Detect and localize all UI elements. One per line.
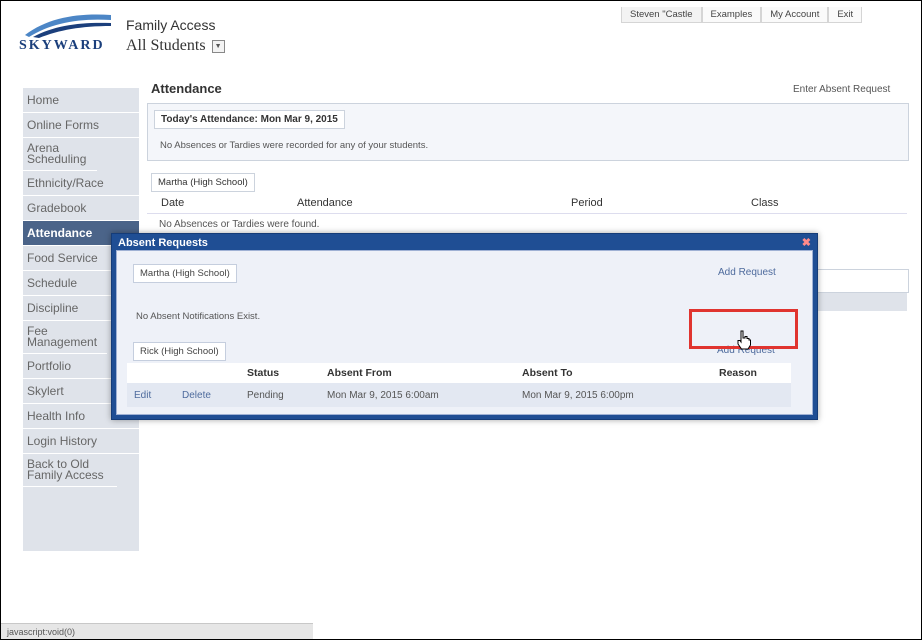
edit-link[interactable]: Edit [134,390,151,401]
column-header: Absent From [327,367,392,379]
column-header: Absent To [522,367,573,379]
background-panel [813,269,909,293]
sidebar-item-gradebook[interactable]: Gradebook [23,196,139,221]
table-row: Edit Delete Pending Mon Mar 9, 2015 6:00… [127,383,791,407]
chevron-down-icon[interactable]: ▼ [211,39,225,53]
enter-absent-request-link[interactable]: Enter Absent Request [793,84,890,95]
logo-text: SKYWARD [19,38,105,53]
sidebar-item-login-history[interactable]: Login History [23,429,139,454]
absent-to-cell: Mon Mar 9, 2015 6:00pm [522,390,634,401]
status-cell: Pending [247,390,284,401]
column-header[interactable]: Period [571,197,603,209]
add-request-link[interactable]: Add Request [718,267,776,278]
todays-attendance-panel: Today's Attendance: Mon Mar 9, 2015 No A… [147,103,909,161]
sidebar-item-fee-management[interactable]: Fee Management [23,321,107,354]
sidebar-item-online-forms[interactable]: Online Forms [23,113,139,138]
page-title: Attendance [151,81,222,96]
examples-link[interactable]: Examples [701,7,762,23]
hand-cursor-icon [737,330,751,350]
logo-swoosh-icon [25,14,111,38]
column-header[interactable]: Attendance [297,197,353,209]
page-frame: SKYWARD Family Access All Students ▼ Ste… [0,0,922,640]
status-bar: javascript:void(0) [1,623,313,639]
skyward-logo[interactable]: SKYWARD [19,11,114,53]
column-header[interactable]: Date [161,197,184,209]
todays-attendance-label: Today's Attendance: Mon Mar 9, 2015 [154,110,345,129]
sidebar-item-back-to-old[interactable]: Back to Old Family Access [23,454,117,487]
background-band [813,293,907,311]
delete-link[interactable]: Delete [182,390,211,401]
my-account-link[interactable]: My Account [761,7,829,23]
no-notifications-message: No Absent Notifications Exist. [136,311,261,322]
absent-from-cell: Mon Mar 9, 2015 6:00am [327,390,439,401]
requests-table-header: Status Absent From Absent To Reason [127,363,791,383]
close-icon[interactable]: ✖ [802,236,811,249]
student-select-value: All Students [126,37,206,54]
exit-link[interactable]: Exit [828,7,863,23]
sidebar-item-home[interactable]: Home [23,88,139,113]
sidebar-item-ethnicity-race[interactable]: Ethnicity/Race [23,171,139,196]
column-header: Status [247,367,280,379]
student-section-tab: Rick (High School) [133,342,226,361]
student-select[interactable]: All Students ▼ [126,37,225,55]
attendance-table-header: Date Attendance Period Class [147,193,907,214]
sidebar-item-arena-scheduling[interactable]: Arena Scheduling [23,138,97,171]
column-header[interactable]: Class [751,197,779,209]
top-links: Steven "Castle Examples My Account Exit [621,7,863,23]
attendance-empty-message: No Absences or Tardies were found. [159,219,320,230]
dialog-title: Absent Requests [118,237,208,249]
student-tab[interactable]: Martha (High School) [151,173,255,192]
column-header: Reason [719,367,757,379]
user-name-link[interactable]: Steven "Castle [621,7,702,23]
app-title: Family Access [126,17,216,33]
student-section-tab: Martha (High School) [133,264,237,283]
todays-attendance-message: No Absences or Tardies were recorded for… [160,140,429,151]
